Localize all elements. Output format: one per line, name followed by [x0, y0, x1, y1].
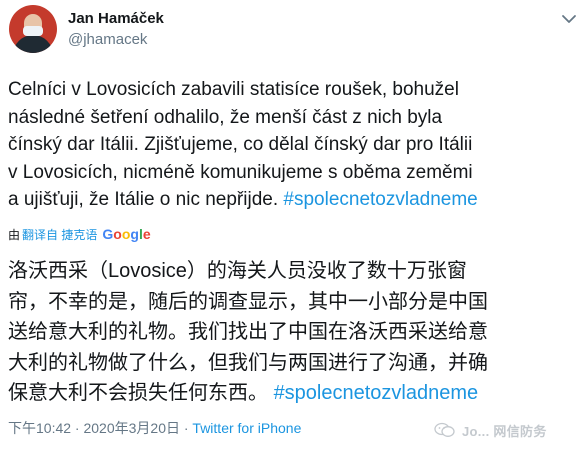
- translated-line: 送给意大利的礼物。我们找出了中国在洛沃西采送给意: [8, 321, 488, 343]
- translated-by-prefix: 由: [8, 227, 21, 242]
- tweet-line: čínský dar Itálii. Zjišťujeme, co dělal …: [8, 134, 473, 155]
- source-link[interactable]: Twitter for iPhone: [192, 420, 301, 436]
- translated-by-row: 由 翻译自 捷克语 Google: [8, 225, 151, 243]
- tweet-line: Celníci v Lovosicích zabavili statisíce …: [8, 79, 459, 100]
- translated-line: 洛沃西采（Lovosice）的海关人员没收了数十万张窗: [8, 260, 467, 282]
- translated-line-text: 保意大利不会损失任何东西。: [8, 382, 274, 404]
- avatar[interactable]: [9, 5, 57, 53]
- tweet-card: Jan Hamáček @jhamacek Celníci v Lovosicí…: [0, 0, 585, 456]
- avatar-mask: [23, 26, 43, 36]
- translated-from-link[interactable]: 翻译自 捷克语: [22, 226, 97, 243]
- tweet-line-text: a ujišťuji, že Itálie o nic nepřijde.: [8, 189, 284, 210]
- watermark-text: Jo... 网信防务: [462, 423, 547, 439]
- avatar-shoulders: [13, 35, 53, 53]
- author-handle[interactable]: @jhamacek: [68, 31, 147, 48]
- author-name[interactable]: Jan Hamáček: [68, 10, 164, 27]
- tweet-line: následné šetření odhalilo, že menší část…: [8, 106, 443, 128]
- translated-line: 大利的礼物做了什么，但我们与两国进行了沟通，并确: [8, 351, 488, 374]
- tweet-text-translated: 洛沃西采（Lovosice）的海关人员没收了数十万张窗 帘，不幸的是，随后的调查…: [8, 256, 583, 409]
- google-logo: Google: [102, 226, 151, 242]
- chevron-down-icon[interactable]: [560, 12, 578, 26]
- hashtag-link[interactable]: #spolecnetozvladneme: [274, 382, 479, 404]
- tweet-meta: 下午10:42 · 2020年3月20日 · Twitter for iPhon…: [8, 418, 301, 436]
- translated-line: 保意大利不会损失任何东西。 #spolecnetozvladneme: [8, 378, 583, 409]
- tweet-line: a ujišťuji, že Itálie o nic nepřijde. #s…: [8, 186, 583, 214]
- wechat-icon: [434, 422, 455, 437]
- tweet-text-original: Celníci v Lovosicích zabavili statisíce …: [8, 76, 583, 214]
- tweet-line: v Lovosicích, nicméně komunikujeme s obě…: [8, 161, 473, 183]
- timestamp[interactable]: 下午10:42 · 2020年3月20日 ·: [8, 420, 192, 436]
- translated-line: 帘，不幸的是，随后的调查显示，其中一小部分是中国: [8, 290, 488, 313]
- hashtag-link[interactable]: #spolecnetozvladneme: [283, 189, 477, 210]
- watermark: Jo... 网信防务: [434, 421, 547, 439]
